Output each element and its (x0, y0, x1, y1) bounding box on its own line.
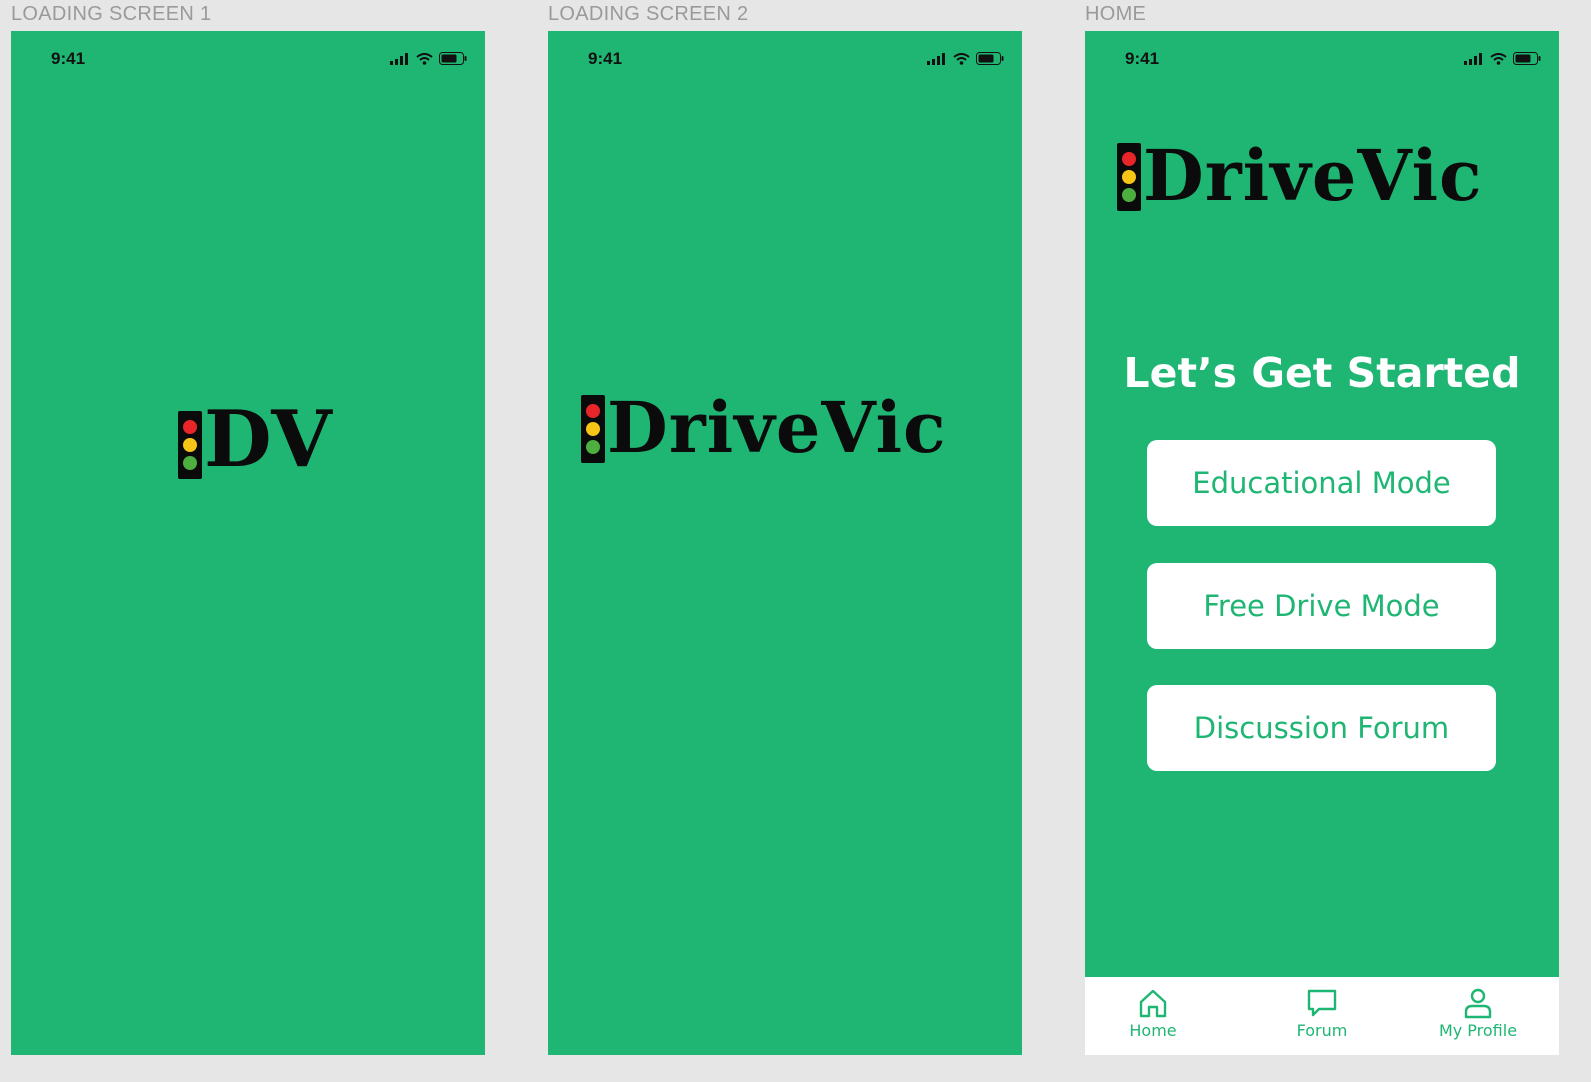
app-logo: DV (178, 401, 333, 479)
traffic-light-icon (178, 411, 202, 479)
bottom-tab-bar: Home Forum My Profile (1085, 977, 1559, 1055)
battery-icon (439, 52, 467, 65)
signal-icon (927, 52, 945, 65)
wifi-icon (416, 52, 433, 65)
tab-my-profile-label: My Profile (1438, 1021, 1518, 1040)
status-bar: 9:41 (11, 31, 485, 87)
app-logo: DriveVic (1117, 141, 1483, 211)
status-bar: 9:41 (1085, 31, 1559, 87)
artboard-label-home: HOME (1085, 3, 1147, 25)
loading-screen-2: 9:41 DriveVic (548, 31, 1022, 1055)
free-drive-mode-button[interactable]: Free Drive Mode (1147, 563, 1496, 649)
wifi-icon (953, 52, 970, 65)
signal-icon (1464, 52, 1482, 65)
artboard-label-loading-1: LOADING SCREEN 1 (11, 3, 212, 25)
chat-bubble-icon (1307, 989, 1337, 1017)
status-time: 9:41 (51, 49, 86, 68)
artboard-label-loading-2: LOADING SCREEN 2 (548, 3, 749, 25)
status-time: 9:41 (588, 49, 623, 68)
signal-icon (390, 52, 408, 65)
wifi-icon (1490, 52, 1507, 65)
discussion-forum-button[interactable]: Discussion Forum (1147, 685, 1496, 771)
loading-screen-1: 9:41 DV (11, 31, 485, 1055)
traffic-light-icon (1117, 143, 1141, 211)
app-logo: DriveVic (581, 393, 947, 463)
home-screen: 9:41 DriveVic Let’s Get Started Educatio… (1085, 31, 1559, 1055)
status-time: 9:41 (1125, 49, 1160, 68)
logo-text: DriveVic (607, 386, 947, 469)
tab-forum-label: Forum (1296, 1021, 1348, 1040)
tab-forum[interactable]: Forum (1262, 987, 1382, 1040)
logo-text: DriveVic (1143, 134, 1483, 217)
battery-icon (1513, 52, 1541, 65)
person-icon (1464, 988, 1492, 1019)
educational-mode-button[interactable]: Educational Mode (1147, 440, 1496, 526)
tab-home-label: Home (1129, 1021, 1177, 1040)
page-title: Let’s Get Started (1123, 349, 1521, 397)
house-icon (1139, 989, 1167, 1018)
battery-icon (976, 52, 1004, 65)
logo-text: DV (204, 394, 333, 485)
status-bar: 9:41 (548, 31, 1022, 87)
tab-home[interactable]: Home (1093, 987, 1213, 1040)
tab-my-profile[interactable]: My Profile (1418, 987, 1538, 1040)
traffic-light-icon (581, 395, 605, 463)
